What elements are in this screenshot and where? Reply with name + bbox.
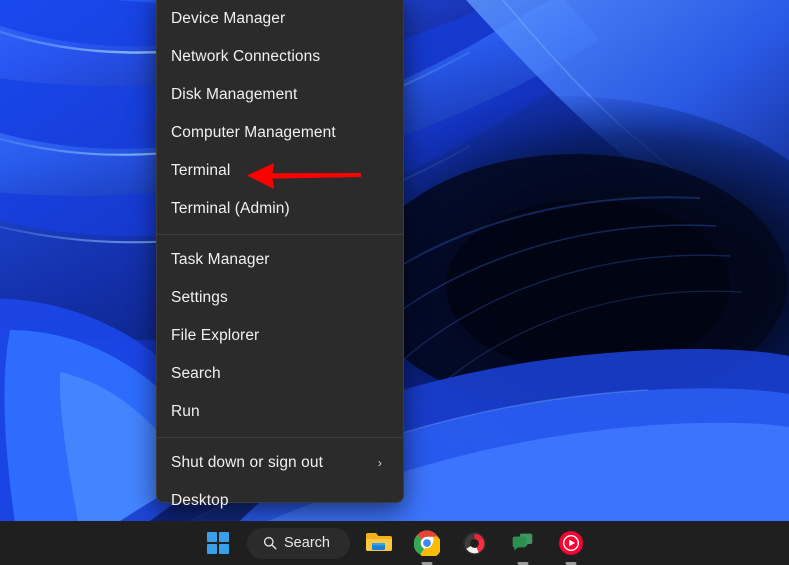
- menu-item-shut-down-or-sign-out[interactable]: Shut down or sign out ›: [157, 444, 403, 482]
- menu-item-label: Terminal (Admin): [171, 200, 290, 217]
- menu-item-device-manager[interactable]: Device Manager: [157, 0, 403, 38]
- menu-item-desktop[interactable]: Desktop: [157, 482, 403, 520]
- menu-item-disk-management[interactable]: Disk Management: [157, 76, 403, 114]
- chat-bubbles-icon: [513, 533, 533, 551]
- taskbar-app-file-explorer[interactable]: [360, 524, 398, 562]
- menu-item-label: Task Manager: [171, 251, 270, 268]
- taskbar-app-google-chrome[interactable]: [408, 524, 446, 565]
- menu-item-label: Disk Management: [171, 86, 298, 103]
- search-icon: [263, 536, 277, 550]
- winx-power-user-menu[interactable]: Device Manager Network Connections Disk …: [156, 0, 404, 509]
- taskbar[interactable]: Search: [0, 521, 789, 565]
- chevron-right-icon: ›: [377, 456, 382, 470]
- menu-item-run[interactable]: Run: [157, 393, 403, 431]
- menu-item-settings[interactable]: Settings: [157, 279, 403, 317]
- menu-item-label: Settings: [171, 289, 228, 306]
- menu-group-apps: Task Manager Settings File Explorer Sear…: [157, 241, 403, 431]
- chrome-icon: [413, 530, 440, 556]
- search-label: Search: [284, 535, 330, 551]
- menu-item-label: File Explorer: [171, 327, 260, 344]
- menu-item-label: Shut down or sign out: [171, 454, 324, 471]
- search-box[interactable]: Search: [247, 527, 350, 559]
- menu-item-label: Desktop: [171, 492, 229, 509]
- start-button[interactable]: [199, 524, 237, 562]
- taskbar-app-chat[interactable]: [504, 524, 542, 565]
- menu-item-terminal-admin[interactable]: Terminal (Admin): [157, 190, 403, 228]
- menu-item-computer-management[interactable]: Computer Management: [157, 114, 403, 152]
- opera-gx-icon: [463, 531, 487, 555]
- menu-item-search[interactable]: Search: [157, 355, 403, 393]
- youtube-music-icon: [559, 531, 583, 555]
- menu-item-label: Computer Management: [171, 124, 336, 141]
- folder-icon: [365, 533, 392, 551]
- windows-logo-icon: [207, 532, 230, 554]
- menu-item-label: Terminal: [171, 162, 231, 179]
- menu-item-task-manager[interactable]: Task Manager: [157, 241, 403, 279]
- menu-item-label: Device Manager: [171, 10, 286, 27]
- menu-item-label: Run: [171, 403, 200, 420]
- menu-item-label: Search: [171, 365, 221, 382]
- menu-separator: [157, 234, 403, 235]
- taskbar-center-group: Search: [199, 521, 590, 565]
- taskbar-app-opera-gx[interactable]: [456, 524, 494, 562]
- taskbar-app-youtube-music[interactable]: [552, 524, 590, 565]
- menu-item-file-explorer[interactable]: File Explorer: [157, 317, 403, 355]
- menu-group-system-tools: Device Manager Network Connections Disk …: [157, 0, 403, 228]
- menu-group-session: Shut down or sign out › Desktop: [157, 444, 403, 520]
- menu-item-terminal[interactable]: Terminal: [157, 152, 403, 190]
- screen: Device Manager Network Connections Disk …: [0, 0, 789, 565]
- menu-item-network-connections[interactable]: Network Connections: [157, 38, 403, 76]
- menu-separator: [157, 437, 403, 438]
- menu-item-label: Network Connections: [171, 48, 321, 65]
